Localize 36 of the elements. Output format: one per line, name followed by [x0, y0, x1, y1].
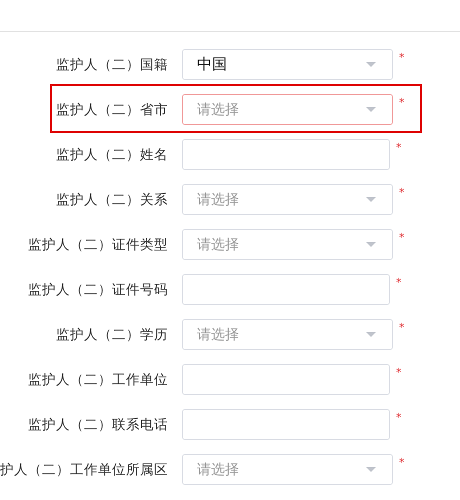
caret-icon [366, 467, 376, 472]
required-mark: * [396, 276, 402, 289]
caret-icon [366, 332, 376, 337]
field-label: 监护人（二）证件类型 [27, 236, 168, 254]
select-field[interactable]: 请选择 [182, 454, 393, 485]
caret-icon [366, 107, 376, 112]
required-mark: * [399, 96, 404, 109]
required-mark: * [396, 366, 402, 379]
select-field[interactable]: 请选择 [182, 229, 393, 260]
required-mark: * [399, 231, 404, 244]
input-field[interactable] [182, 139, 390, 170]
field-label: 监护人（二）关系 [55, 190, 168, 208]
select-field[interactable]: 中国 [182, 49, 393, 80]
caret-icon [366, 62, 376, 67]
field-label: 监护人（二）姓名 [55, 146, 168, 164]
required-mark: * [399, 456, 404, 469]
required-mark: * [399, 321, 404, 334]
select-field[interactable]: 请选择 [182, 319, 393, 350]
caret-icon [366, 197, 376, 202]
required-mark: * [399, 51, 404, 64]
required-mark: * [399, 186, 404, 199]
input-field[interactable] [182, 364, 390, 395]
select-field[interactable]: 请选择 [182, 184, 393, 215]
field-label: 监护人（二）证件号码 [27, 280, 168, 298]
caret-icon [366, 242, 376, 247]
select-field[interactable]: 请选择 [182, 94, 393, 125]
input-field[interactable] [182, 409, 390, 440]
field-label: 监护人（二）工作单位 [27, 370, 168, 388]
required-mark: * [396, 141, 402, 154]
field-label: 护人（二）工作单位所属区 [0, 460, 168, 478]
field-label: 监护人（二）省市 [55, 100, 168, 118]
required-mark: * [396, 411, 402, 424]
input-field[interactable] [182, 274, 390, 305]
field-label: 监护人（二）联系电话 [27, 416, 168, 434]
field-label: 监护人（二）学历 [55, 326, 168, 344]
field-label: 监护人（二）国籍 [55, 56, 168, 74]
